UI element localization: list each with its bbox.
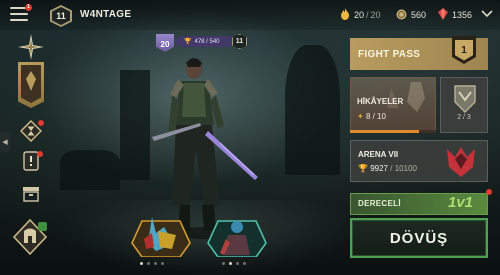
ruin-rock xyxy=(60,150,120,190)
carousel-dot[interactable] xyxy=(161,262,164,265)
side-drawer-tab[interactable]: ◀ xyxy=(0,132,10,152)
chevron-left-icon: ◀ xyxy=(2,139,8,146)
carousel-dot[interactable] xyxy=(147,262,150,265)
quests-notification-dot xyxy=(37,151,43,157)
mode-notification-dot xyxy=(486,189,492,195)
fight-pass-level: 1 xyxy=(455,39,473,61)
energy-max: 20 xyxy=(370,10,381,20)
carousel-dot[interactable] xyxy=(222,262,225,265)
carousel-dots-right xyxy=(222,262,246,265)
reward-chest-card[interactable] xyxy=(440,77,488,133)
username[interactable]: W4NTAGE xyxy=(80,9,131,20)
chest-icon xyxy=(22,184,40,207)
energy-counter[interactable]: 20 / 20 xyxy=(340,8,381,22)
star-icon: ✦ xyxy=(357,112,364,121)
carousel-dot[interactable] xyxy=(243,262,246,265)
stories-progress: ✦ 8 / 10 xyxy=(357,112,386,121)
carousel-dot[interactable] xyxy=(154,262,157,265)
ruin-arch xyxy=(285,45,340,175)
flame-icon xyxy=(340,8,350,22)
hourglass-notification-dot xyxy=(38,120,44,126)
stories-label: HİKÂYELER xyxy=(357,97,404,106)
arena-trophies: 🏆 9927 / 10100 xyxy=(358,164,417,173)
coin-counter[interactable]: 560 xyxy=(396,8,426,22)
stories-progress-fill xyxy=(350,130,419,133)
compass-star-icon xyxy=(18,33,44,65)
compass-button[interactable] xyxy=(16,33,46,65)
gem-counter[interactable]: 1356 xyxy=(438,8,472,22)
carousel-dot[interactable] xyxy=(229,262,232,265)
gem-icon xyxy=(438,8,448,22)
ruin-pillar xyxy=(120,70,150,180)
arena-card[interactable] xyxy=(350,140,488,182)
reward-chest-progress: 2 / 3 xyxy=(457,114,471,121)
carousel-dot[interactable] xyxy=(140,262,143,265)
upgrade-available-icon xyxy=(38,222,47,231)
character-select-card-1[interactable] xyxy=(130,213,192,258)
character-select-card-2[interactable] xyxy=(206,213,268,258)
xp-trophy-icon: 🏆 xyxy=(184,39,192,45)
carousel-dots-left xyxy=(140,262,164,265)
clan-banner-emblem xyxy=(21,65,41,103)
arena-trophies-current: 9927 xyxy=(370,164,388,173)
expand-button[interactable] xyxy=(480,7,494,21)
carousel-dot[interactable] xyxy=(236,262,239,265)
xp-value: 478 / 540 xyxy=(194,38,220,45)
energy-current: 20 xyxy=(354,10,365,20)
coin-icon xyxy=(396,9,407,22)
shop-button[interactable] xyxy=(20,184,42,206)
menu-notification-badge: 1 xyxy=(25,4,32,11)
game-mode-value: 1v1 xyxy=(448,194,474,211)
stories-progress-bar xyxy=(350,130,436,133)
gem-amount: 1356 xyxy=(452,10,473,20)
arena-label: ARENA VII xyxy=(358,150,399,159)
coin-amount: 560 xyxy=(411,10,427,20)
stories-progress-value: 8 / 10 xyxy=(365,112,386,121)
rank-number: 20 xyxy=(160,39,170,49)
fight-pass-label: FIGHT PASS xyxy=(358,49,421,60)
fight-button[interactable]: DÖVÜŞ xyxy=(350,218,488,258)
game-mode-label: DERECELİ xyxy=(358,199,401,208)
trophy-icon: 🏆 xyxy=(358,164,368,173)
chevron-down-icon xyxy=(481,5,493,23)
arena-trophies-next: 10100 xyxy=(394,164,417,173)
xp-indicator: 🏆 478 / 540 xyxy=(176,36,234,47)
